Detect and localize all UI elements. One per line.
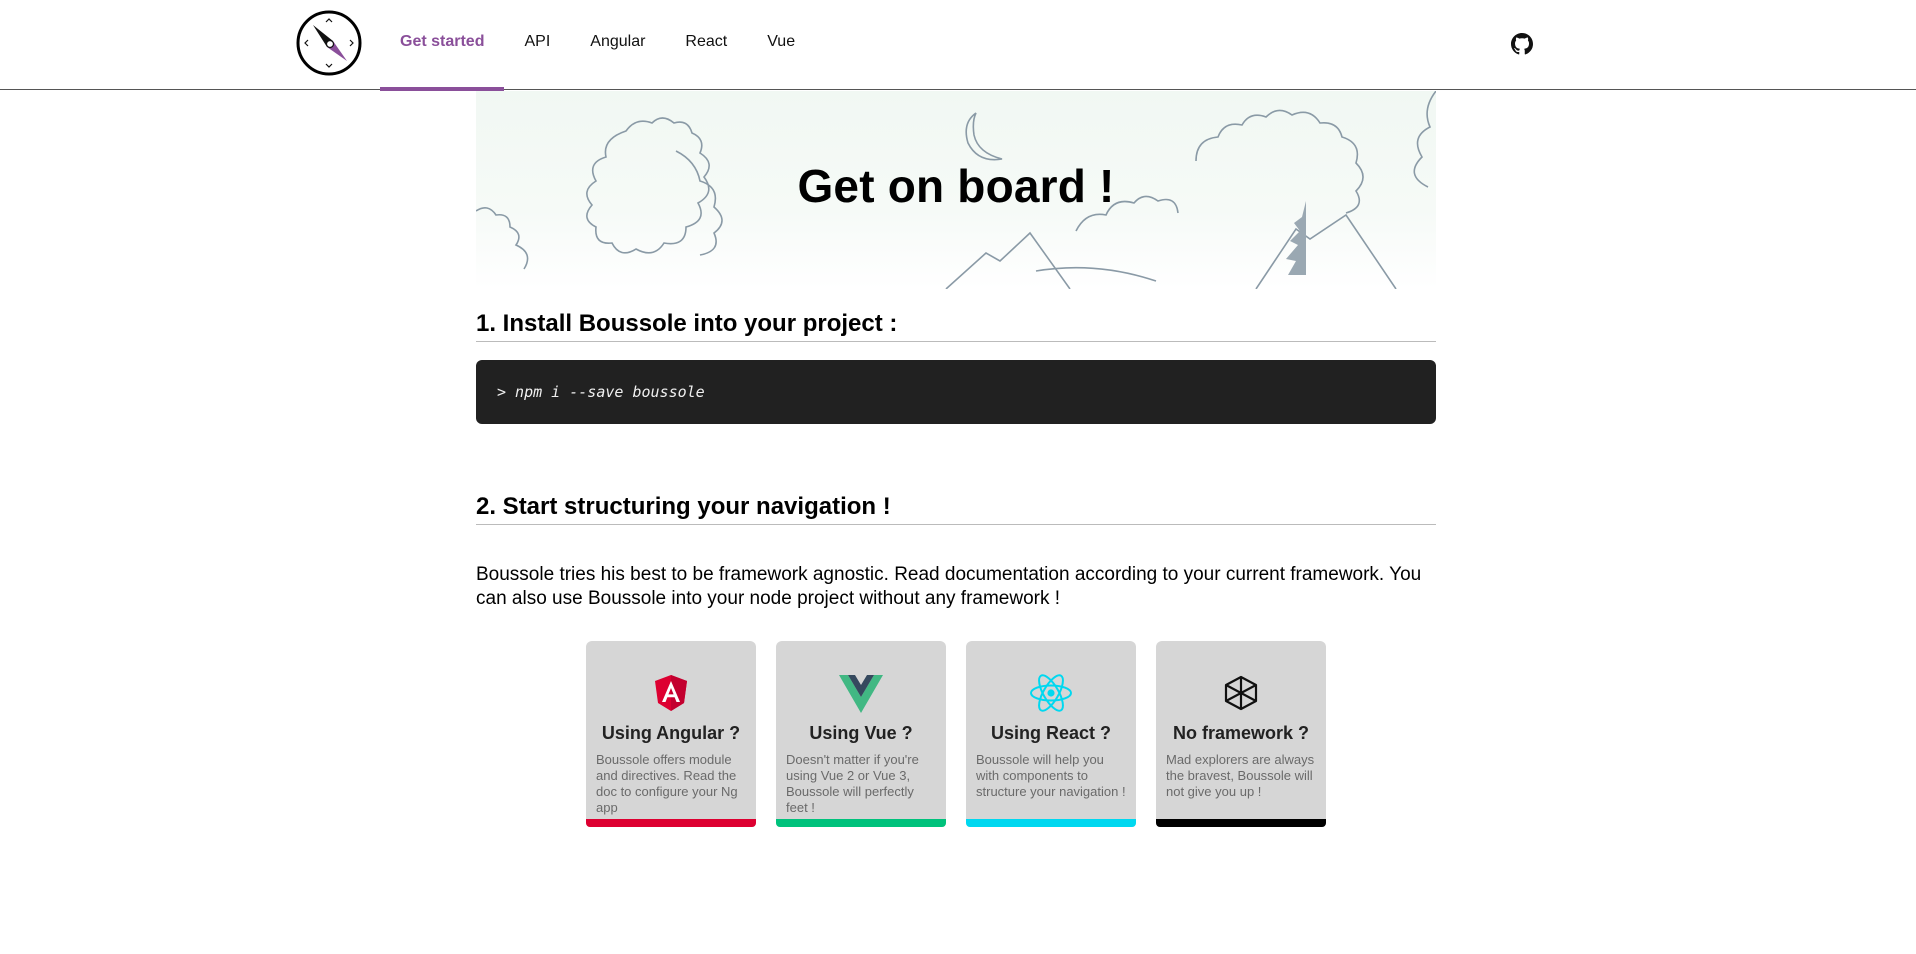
vue-card-title: Using Vue ? (809, 723, 913, 743)
react-card[interactable]: Using React ? Boussole will help you wit… (966, 641, 1136, 827)
angular-card[interactable]: Using Angular ? Boussole offers module a… (586, 641, 756, 827)
structure-description: Boussole tries his best to be framework … (476, 564, 1422, 609)
no-framework-card-title: No framework ? (1172, 723, 1310, 743)
react-card-accent-bar (966, 819, 1136, 827)
install-heading: 1. Install Boussole into your project : (476, 309, 1436, 342)
top-navigation-bar: Get started API Angular React Vue (0, 0, 1916, 91)
github-icon[interactable] (1511, 33, 1533, 55)
vue-icon (839, 675, 883, 713)
no-framework-card[interactable]: No framework ? Mad explorers are always … (1156, 641, 1326, 827)
angular-card-text: Boussole offers module and directives. R… (596, 752, 738, 815)
compass-logo-icon[interactable] (296, 10, 362, 76)
nav-item-get-started[interactable]: Get started (380, 0, 505, 91)
main-nav: Get started API Angular React Vue (380, 0, 815, 91)
install-command-block[interactable]: > npm i --save boussole (476, 360, 1436, 424)
no-framework-card-text: Mad explorers are always the bravest, Bo… (1166, 752, 1315, 799)
install-command: > npm i --save boussole (497, 383, 705, 401)
nav-item-api[interactable]: API (504, 0, 570, 89)
nav-item-angular[interactable]: Angular (570, 0, 665, 89)
nav-item-react[interactable]: React (665, 0, 747, 89)
framework-cards: Using Angular ? Boussole offers module a… (586, 641, 1326, 827)
no-framework-card-accent-bar (1156, 819, 1326, 827)
angular-card-title: Using Angular ? (601, 723, 741, 743)
structure-heading: 2. Start structuring your navigation ! (476, 492, 1436, 525)
angular-card-accent-bar (586, 819, 756, 827)
cube-icon (1224, 675, 1258, 711)
react-card-title: Using React ? (990, 723, 1112, 743)
angular-icon (655, 675, 687, 711)
react-card-text: Boussole will help you with components t… (976, 752, 1126, 799)
vue-card-accent-bar (776, 819, 946, 827)
nav-item-vue[interactable]: Vue (747, 0, 815, 89)
react-icon (1030, 674, 1072, 712)
main-content: Get on board ! 1. Install Boussole into … (476, 91, 1436, 827)
vue-card-text: Doesn't matter if you're using Vue 2 or … (786, 752, 919, 815)
vue-card[interactable]: Using Vue ? Doesn't matter if you're usi… (776, 641, 946, 827)
hero-title: Get on board ! (797, 160, 1115, 212)
hero-banner: Get on board ! (476, 91, 1436, 289)
